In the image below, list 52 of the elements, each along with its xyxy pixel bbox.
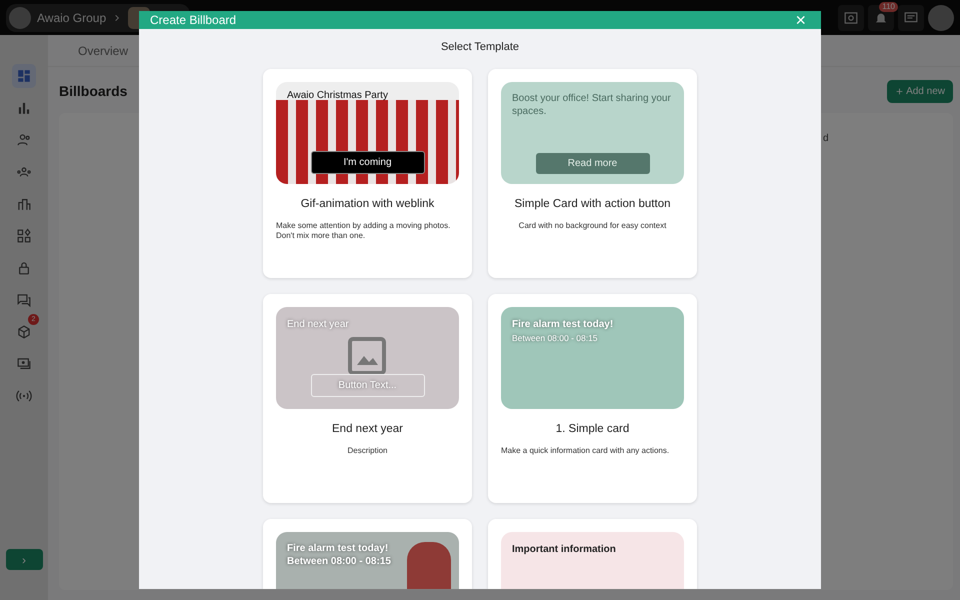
preview-title: Awaio Christmas Party xyxy=(287,88,389,102)
search-screen-button[interactable] xyxy=(838,4,864,30)
plus-icon xyxy=(894,86,904,96)
broadcast-icon xyxy=(16,388,32,404)
bar-chart-icon xyxy=(16,100,32,116)
template-card[interactable]: Boost your office! Start sharing your spaces. Read more Simple Card with action button Card with no background for easy context xyxy=(488,68,697,278)
preview-title: Fire alarm test today! xyxy=(512,318,614,332)
template-title: Gif-animation with weblink xyxy=(300,196,436,212)
preview-button: I'm coming xyxy=(310,150,424,174)
template-description: Make some attention by adding a moving photos. Don't mix more than one. xyxy=(276,220,452,242)
group-avatar xyxy=(9,6,31,28)
image-icon xyxy=(348,336,386,374)
screen-search-icon xyxy=(843,10,859,26)
preview-button: Read more xyxy=(536,152,650,174)
users-icon xyxy=(16,132,32,148)
preview-text: Boost your office! Start sharing your spaces. xyxy=(512,92,672,118)
cube-icon xyxy=(16,324,32,340)
add-new-button[interactable]: Add new xyxy=(886,80,953,103)
template-card[interactable]: Fire alarm test today! Between 08:00 - 08:15 xyxy=(263,518,472,589)
template-title: 1. Simple card xyxy=(554,422,630,436)
buildings-icon xyxy=(16,196,32,212)
column-header: d xyxy=(823,133,829,144)
breadcrumb-link[interactable]: Awaio Group xyxy=(37,8,106,26)
template-card[interactable]: Fire alarm test today! Between 08:00 - 08:15 1. Simple card Make a quick information card with any actions. xyxy=(488,294,697,502)
section-title: Select Template xyxy=(440,40,520,55)
widgets-icon xyxy=(16,228,32,244)
page-title: Billboards xyxy=(59,83,128,100)
tab[interactable]: Overview xyxy=(72,40,134,60)
template-description: Make a quick information card with any actions. xyxy=(501,446,670,456)
template-title: End next year xyxy=(331,422,404,436)
messages-button[interactable] xyxy=(898,4,924,30)
user-avatar[interactable] xyxy=(928,4,954,30)
template-card[interactable]: Awaio Christmas Party I'm coming Gif-animation with weblink Make some attention by adding a moving photos. Don't mix more than one. xyxy=(263,68,472,278)
modal-title: Create Billboard xyxy=(150,12,236,28)
screen-icon xyxy=(16,356,32,372)
template-card[interactable]: End next year Button Text... End next year Description xyxy=(263,294,472,502)
template-title: Simple Card with action button xyxy=(514,196,672,212)
notification-count: 110 xyxy=(879,2,898,12)
template-card[interactable]: Important information xyxy=(488,518,697,589)
preview-title: Fire alarm test today! Between 08:00 - 08:15 xyxy=(287,542,392,568)
dashboard-icon xyxy=(16,68,32,84)
chat-icon xyxy=(16,292,32,308)
template-description: Card with no background for easy context xyxy=(518,220,668,232)
preview-subtitle: Between 08:00 - 08:15 xyxy=(512,332,599,344)
lock-icon xyxy=(16,260,32,276)
expand-button[interactable]: › xyxy=(6,549,42,570)
sidebar-item[interactable] xyxy=(12,64,36,88)
template-description: Description xyxy=(346,446,388,456)
close-button[interactable]: × xyxy=(791,11,810,29)
preview-title: End next year xyxy=(287,318,350,332)
preview-button: Button Text... xyxy=(310,374,424,396)
preview-title: Important information xyxy=(512,542,617,556)
